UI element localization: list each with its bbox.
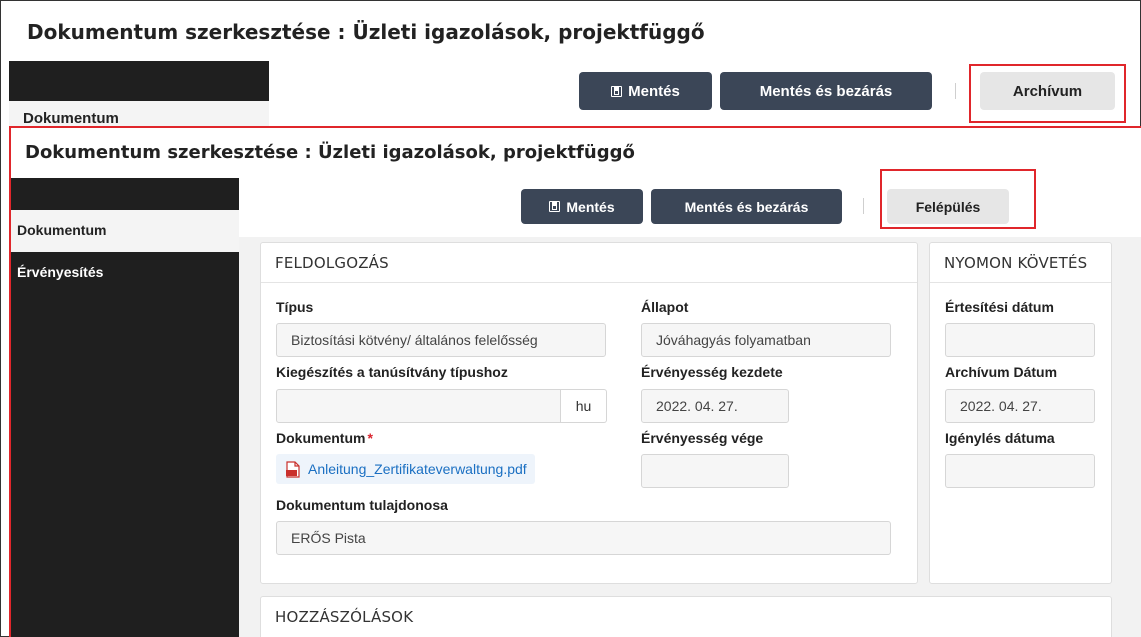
build-button-label: Felépülés <box>915 198 981 215</box>
save-icon <box>549 201 561 212</box>
status-label: Állapot <box>641 299 689 315</box>
type-label: Típus <box>276 299 314 315</box>
valid-from-field[interactable]: 2022. 04. 27. <box>641 389 789 423</box>
toolbar-separator <box>955 83 956 99</box>
save-close-button[interactable]: Mentés és bezárás <box>651 189 842 224</box>
save-close-button-label: Mentés és bezárás <box>759 82 893 100</box>
toolbar: Mentés Mentés és bezárás Felépülés <box>239 169 1141 237</box>
required-mark: * <box>367 430 373 446</box>
panel-title: HOZZÁSZÓLÁSOK <box>275 608 414 626</box>
request-date-field[interactable] <box>945 454 1095 488</box>
supplement-label: Kiegészítés a tanúsítvány típushoz <box>276 364 508 380</box>
archive-date-field[interactable]: 2022. 04. 27. <box>945 389 1095 423</box>
save-icon <box>611 85 623 97</box>
archive-button[interactable]: Archívum <box>980 72 1115 110</box>
sidebar: Dokumentum Érvényesítés <box>11 178 239 637</box>
owner-label: Dokumentum tulajdonosa <box>276 497 448 513</box>
document-file-name[interactable]: Anleitung_Zertifikateverwaltung.pdf <box>308 461 527 477</box>
comments-panel: HOZZÁSZÓLÁSOK <box>260 596 1112 637</box>
type-field[interactable]: Biztosítási kötvény/ általános felelőssé… <box>276 323 606 357</box>
save-button[interactable]: Mentés <box>579 72 712 110</box>
panel-title: FELDOLGOZÁS <box>261 243 917 283</box>
owner-field[interactable]: ERŐS Pista <box>276 521 891 555</box>
valid-from-label: Érvényesség kezdete <box>641 364 783 380</box>
notification-date-label: Értesítési dátum <box>945 299 1054 315</box>
main-content: Mentés Mentés és bezárás Felépülés FELDO… <box>239 169 1141 637</box>
tracking-panel: NYOMON KÖVETÉS Értesítési dátum Archívum… <box>929 242 1112 584</box>
save-button-label: Mentés <box>566 198 615 215</box>
page-title: Dokumentum szerkesztése : Üzleti igazolá… <box>27 20 705 44</box>
sidebar-item-dokumentum[interactable]: Dokumentum <box>9 101 269 129</box>
panel-title: NYOMON KÖVETÉS <box>930 243 1111 283</box>
status-field[interactable]: Jóváhagyás folyamatban <box>641 323 891 357</box>
save-button-label: Mentés <box>628 82 680 100</box>
valid-to-label: Érvényesség vége <box>641 430 764 446</box>
valid-to-field[interactable] <box>641 454 789 488</box>
language-suffix[interactable]: hu <box>561 389 607 423</box>
toolbar-separator <box>863 198 864 214</box>
pdf-file-icon <box>286 460 300 478</box>
page-title: Dokumentum szerkesztése : Üzleti igazolá… <box>25 142 635 163</box>
save-close-button[interactable]: Mentés és bezárás <box>720 72 932 110</box>
notification-date-field[interactable] <box>945 323 1095 357</box>
document-file-link[interactable]: Anleitung_Zertifikateverwaltung.pdf <box>276 454 535 484</box>
request-date-label: Igénylés dátuma <box>945 430 1055 446</box>
sidebar-header <box>9 61 269 101</box>
document-label: Dokumentum * <box>276 430 373 446</box>
foreground-window: Dokumentum szerkesztése : Üzleti igazolá… <box>9 126 1141 637</box>
save-button[interactable]: Mentés <box>521 189 643 224</box>
supplement-input[interactable] <box>276 389 561 423</box>
build-button[interactable]: Felépülés <box>887 189 1009 224</box>
sidebar-item-dokumentum[interactable]: Dokumentum <box>11 210 239 252</box>
archive-button-label: Archívum <box>1012 82 1083 100</box>
save-close-button-label: Mentés és bezárás <box>684 198 809 215</box>
sidebar-item-ervenyesites[interactable]: Érvényesítés <box>11 260 239 290</box>
processing-panel: FELDOLGOZÁS Típus Biztosítási kötvény/ á… <box>260 242 918 584</box>
document-label-text: Dokumentum <box>276 430 366 446</box>
archive-date-label: Archívum Dátum <box>945 364 1058 380</box>
